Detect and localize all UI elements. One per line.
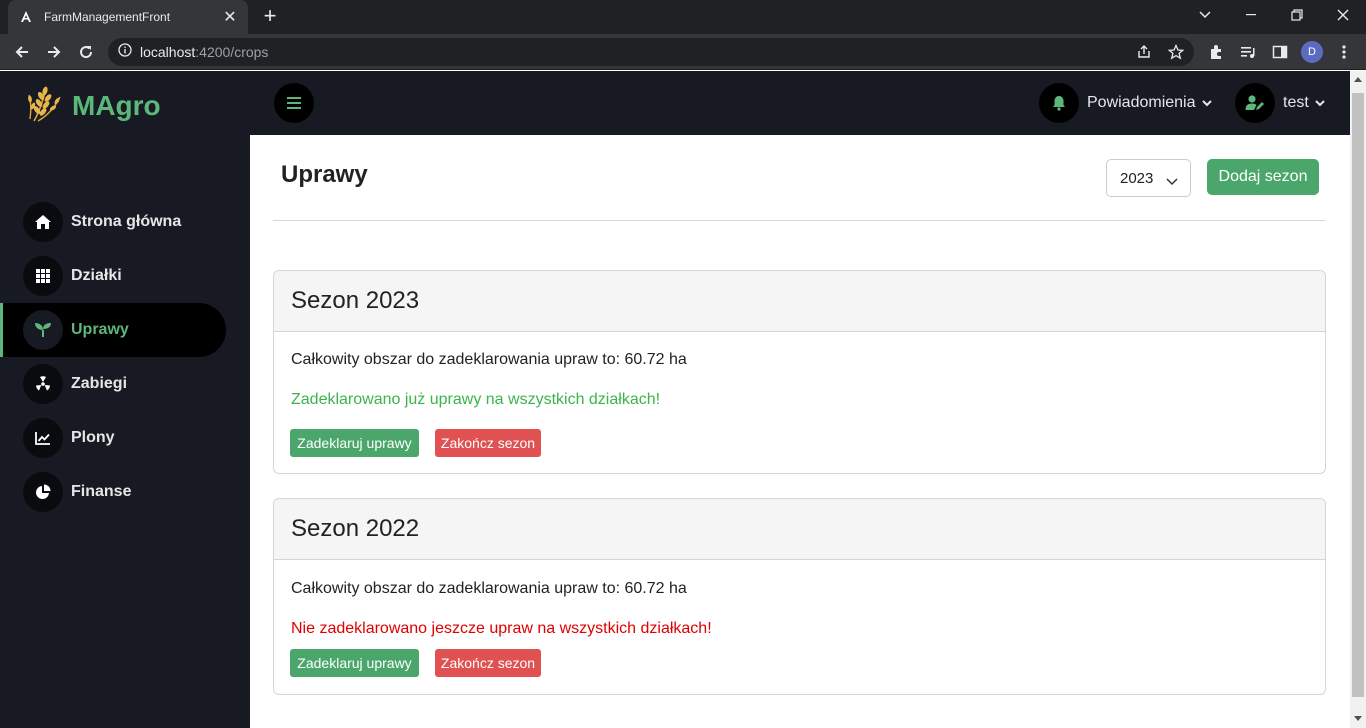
address-bar[interactable]: localhost:4200/crops <box>108 38 1194 66</box>
sidebar-item-label: Uprawy <box>71 321 129 338</box>
info-icon[interactable] <box>118 42 132 62</box>
sidebar: MAgro Strona główna Działki Uprawy Zabie… <box>0 71 250 728</box>
side-panel-icon[interactable] <box>1270 42 1290 62</box>
user-edit-icon <box>1235 83 1275 123</box>
chevron-down-icon <box>1166 173 1178 190</box>
chevron-down-icon <box>1201 99 1212 107</box>
home-icon <box>23 202 63 242</box>
chart-line-icon <box>23 418 63 458</box>
page-title: Uprawy <box>281 161 368 188</box>
sidebar-item-plots[interactable]: Działki <box>0 249 250 303</box>
forward-icon[interactable] <box>40 38 68 66</box>
scroll-down-icon[interactable] <box>1354 716 1362 721</box>
sidebar-item-label: Finanse <box>71 483 132 500</box>
user-label: test <box>1283 94 1309 111</box>
radiation-icon <box>23 364 63 404</box>
logo[interactable]: MAgro <box>26 83 161 128</box>
topbar: Powiadomienia test <box>250 71 1350 135</box>
notifications-menu[interactable]: Powiadomienia <box>1039 83 1212 123</box>
end-season-button[interactable]: Zakończ sezon <box>435 649 541 677</box>
tab-close-icon[interactable]: ✕ <box>222 7 238 27</box>
grid-icon <box>23 256 63 296</box>
menu-dots-icon[interactable] <box>1334 42 1354 62</box>
media-icon[interactable] <box>1238 42 1258 62</box>
page-scrollbar[interactable] <box>1350 71 1366 728</box>
pie-chart-icon <box>23 472 63 512</box>
sidebar-item-crops[interactable]: Uprawy <box>0 303 226 357</box>
sidebar-item-label: Plony <box>71 429 115 446</box>
app: MAgro Strona główna Działki Uprawy Zabie… <box>0 71 1350 728</box>
share-icon[interactable] <box>1136 44 1152 60</box>
sidebar-item-home[interactable]: Strona główna <box>0 195 250 249</box>
extensions-icon[interactable] <box>1206 42 1226 62</box>
year-select-value: 2023 <box>1120 169 1154 187</box>
season-card: Sezon 2022 Całkowity obszar do zadeklaro… <box>273 498 1326 695</box>
tab-title: FarmManagementFront <box>44 10 171 24</box>
year-select[interactable]: 2023 <box>1106 159 1191 197</box>
main-content: Uprawy 2023 Dodaj sezon Sezon 2023 Całko… <box>250 135 1350 728</box>
chevron-down-icon <box>1315 99 1325 107</box>
logo-text: MAgro <box>72 89 161 121</box>
close-window-icon[interactable] <box>1320 0 1366 30</box>
season-area-text: Całkowity obszar do zadeklarowania upraw… <box>291 351 687 368</box>
restore-icon[interactable] <box>1274 0 1320 30</box>
season-status-text: Zadeklarowano już uprawy na wszystkich d… <box>291 391 661 408</box>
declare-crops-button[interactable]: Zadeklaruj uprawy <box>290 429 419 457</box>
sprout-icon <box>23 310 63 350</box>
sidebar-item-label: Strona główna <box>71 213 182 230</box>
season-area-text: Całkowity obszar do zadeklarowania upraw… <box>291 580 687 597</box>
end-season-button[interactable]: Zakończ sezon <box>435 429 541 457</box>
sidebar-item-finances[interactable]: Finanse <box>0 465 250 519</box>
page-header: Uprawy 2023 Dodaj sezon <box>273 135 1326 221</box>
browser-tab[interactable]: FarmManagementFront ✕ <box>8 0 248 34</box>
sidebar-nav: Strona główna Działki Uprawy Zabiegi Plo… <box>0 195 250 519</box>
url-path: :4200/crops <box>195 44 269 60</box>
season-card: Sezon 2023 Całkowity obszar do zadeklaro… <box>273 270 1326 474</box>
hamburger-menu-icon[interactable] <box>274 83 314 123</box>
sidebar-item-label: Działki <box>71 267 122 284</box>
sidebar-item-treatments[interactable]: Zabiegi <box>0 357 250 411</box>
profile-avatar[interactable]: D <box>1301 41 1323 63</box>
user-menu[interactable]: test <box>1235 83 1325 123</box>
season-status-text: Nie zadeklarowano jeszcze upraw na wszys… <box>291 620 712 637</box>
wheat-icon <box>26 83 64 128</box>
back-icon[interactable] <box>8 38 36 66</box>
angular-icon <box>18 9 34 25</box>
add-season-button[interactable]: Dodaj sezon <box>1207 159 1319 195</box>
season-title: Sezon 2023 <box>274 271 1325 332</box>
sidebar-item-yields[interactable]: Plony <box>0 411 250 465</box>
bell-icon <box>1039 83 1079 123</box>
minimize-icon[interactable] <box>1228 0 1274 30</box>
scrollbar-thumb[interactable] <box>1352 93 1364 697</box>
declare-crops-button[interactable]: Zadeklaruj uprawy <box>290 649 419 677</box>
bookmark-star-icon[interactable] <box>1168 44 1184 60</box>
reload-icon[interactable] <box>72 38 100 66</box>
url-host: localhost <box>140 44 196 60</box>
new-tab-icon[interactable]: + <box>260 5 280 27</box>
notifications-label: Powiadomienia <box>1087 94 1196 111</box>
browser-tabbar: FarmManagementFront ✕ + <box>0 0 1366 34</box>
tab-search-icon[interactable] <box>1182 0 1228 30</box>
scroll-up-icon[interactable] <box>1354 77 1362 82</box>
season-title: Sezon 2022 <box>274 499 1325 560</box>
browser-toolbar: localhost:4200/crops D <box>0 34 1366 70</box>
sidebar-item-label: Zabiegi <box>71 375 128 392</box>
